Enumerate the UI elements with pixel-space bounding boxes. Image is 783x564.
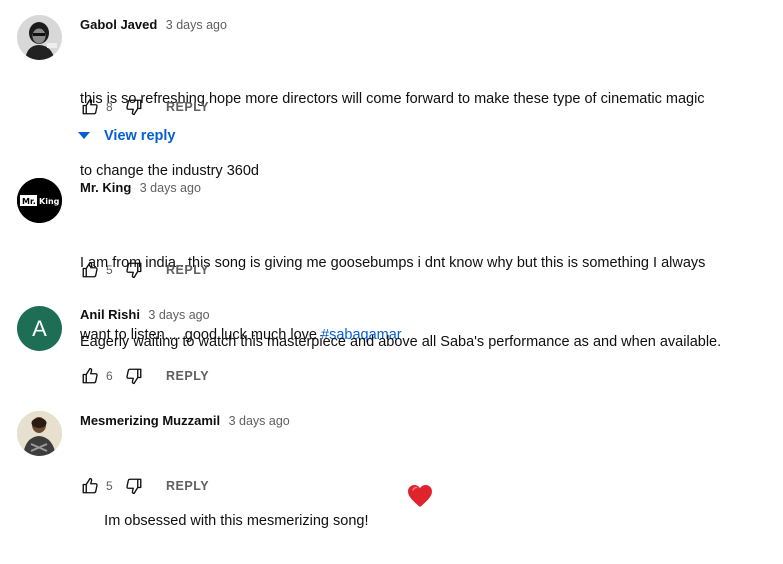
- comment-timestamp[interactable]: 3 days ago: [229, 414, 290, 428]
- like-count: 8: [106, 100, 113, 114]
- avatar[interactable]: [17, 411, 62, 456]
- avatar-photo-icon: [17, 411, 62, 456]
- view-reply-button[interactable]: View reply: [78, 128, 175, 144]
- reply-button[interactable]: REPLY: [166, 263, 209, 277]
- like-count: 6: [106, 369, 113, 383]
- comment-author[interactable]: Mr. King: [80, 180, 131, 195]
- like-button[interactable]: [80, 260, 100, 280]
- thumbs-up-icon: [82, 477, 98, 494]
- like-button[interactable]: [80, 476, 100, 496]
- dislike-button[interactable]: [124, 260, 144, 280]
- thumbs-down-icon: [126, 99, 142, 116]
- comment-actions: 5 REPLY: [80, 476, 209, 496]
- avatar-letter: A: [32, 315, 47, 341]
- avatar-logo-text-right: King: [39, 197, 60, 206]
- comment-actions: 5 REPLY: [80, 260, 209, 280]
- dislike-button[interactable]: [124, 97, 144, 117]
- comment-timestamp[interactable]: 3 days ago: [140, 181, 201, 195]
- comment-timestamp[interactable]: 3 days ago: [148, 308, 209, 322]
- comment-text: Eagerly waiting to watch this masterpiec…: [80, 334, 722, 350]
- reply-button[interactable]: REPLY: [166, 479, 209, 493]
- dislike-button[interactable]: [124, 476, 144, 496]
- avatar[interactable]: [17, 15, 62, 60]
- avatar-logo-text-left: Mr.: [22, 197, 36, 206]
- reply-button[interactable]: REPLY: [166, 369, 209, 383]
- comment-text: Im obsessed with this mesmerizing song!: [80, 436, 773, 564]
- thumbs-up-icon: [82, 261, 98, 278]
- caret-down-icon: [78, 132, 90, 140]
- comment-author[interactable]: Mesmerizing Muzzamil: [80, 413, 220, 428]
- thumbs-down-icon: [126, 478, 142, 495]
- reply-button[interactable]: REPLY: [166, 100, 209, 114]
- avatar[interactable]: A: [17, 306, 62, 351]
- avatar[interactable]: Mr. King: [17, 178, 62, 223]
- like-count: 5: [106, 479, 113, 493]
- comment-text-fragment: Im obsessed with this mesmerizing song!: [104, 513, 369, 529]
- like-button[interactable]: [80, 97, 100, 117]
- mr-king-logo-icon: Mr. King: [17, 178, 62, 223]
- comment-timestamp[interactable]: 3 days ago: [166, 18, 227, 32]
- dislike-button[interactable]: [124, 366, 144, 386]
- thumbs-up-icon: [82, 367, 98, 384]
- comment-actions: 6 REPLY: [80, 366, 209, 386]
- like-count: 5: [106, 263, 113, 277]
- heart-emoji-icon: [375, 460, 433, 540]
- like-button[interactable]: [80, 366, 100, 386]
- view-reply-label: View reply: [104, 128, 176, 144]
- comment-author[interactable]: Gabol Javed: [80, 17, 157, 32]
- thumbs-up-icon: [82, 98, 98, 115]
- thumbs-down-icon: [126, 262, 142, 279]
- thumbs-down-icon: [126, 368, 142, 385]
- comment-actions: 8 REPLY: [80, 97, 209, 117]
- avatar-photo-icon: [17, 15, 62, 60]
- comment-author[interactable]: Anil Rishi: [80, 307, 140, 322]
